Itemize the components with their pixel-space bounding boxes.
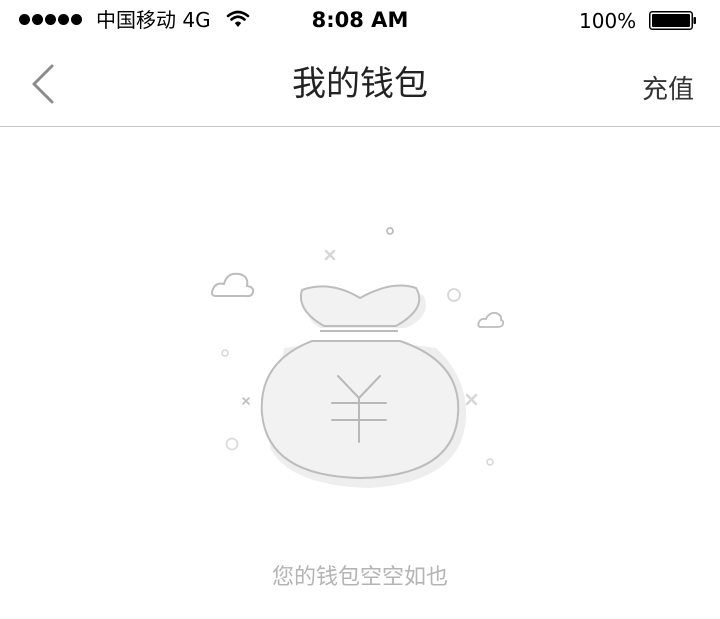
- sparkle-circle: [486, 458, 494, 466]
- sparkle-circle: [221, 349, 229, 357]
- money-bag-icon: [211, 227, 505, 488]
- status-bar: 中国移动 4G 8:08 AM 100%: [0, 0, 720, 40]
- battery-percent: 100%: [579, 9, 637, 33]
- cloud-icon: [477, 311, 505, 328]
- chevron-left-icon: [32, 64, 54, 104]
- cloud-icon: [211, 272, 255, 298]
- wallet-screen: 中国移动 4G 8:08 AM 100% 我的钱包 充值 您的钱包空空如也: [0, 0, 720, 619]
- page-title: 我的钱包: [292, 64, 428, 104]
- sparkle-circle: [386, 227, 394, 235]
- battery-icon: [649, 11, 696, 30]
- sparkle-cross: [465, 393, 478, 406]
- empty-state-message: 您的钱包空空如也: [271, 565, 448, 590]
- sparkle-cross: [324, 249, 336, 261]
- navigation-bar: 我的钱包 充值: [0, 40, 720, 127]
- recharge-button[interactable]: 充值: [642, 70, 694, 110]
- sparkle-cross: [242, 397, 250, 405]
- sparkle-circle: [225, 437, 239, 451]
- back-button[interactable]: [22, 62, 62, 106]
- sparkle-circle: [447, 288, 461, 302]
